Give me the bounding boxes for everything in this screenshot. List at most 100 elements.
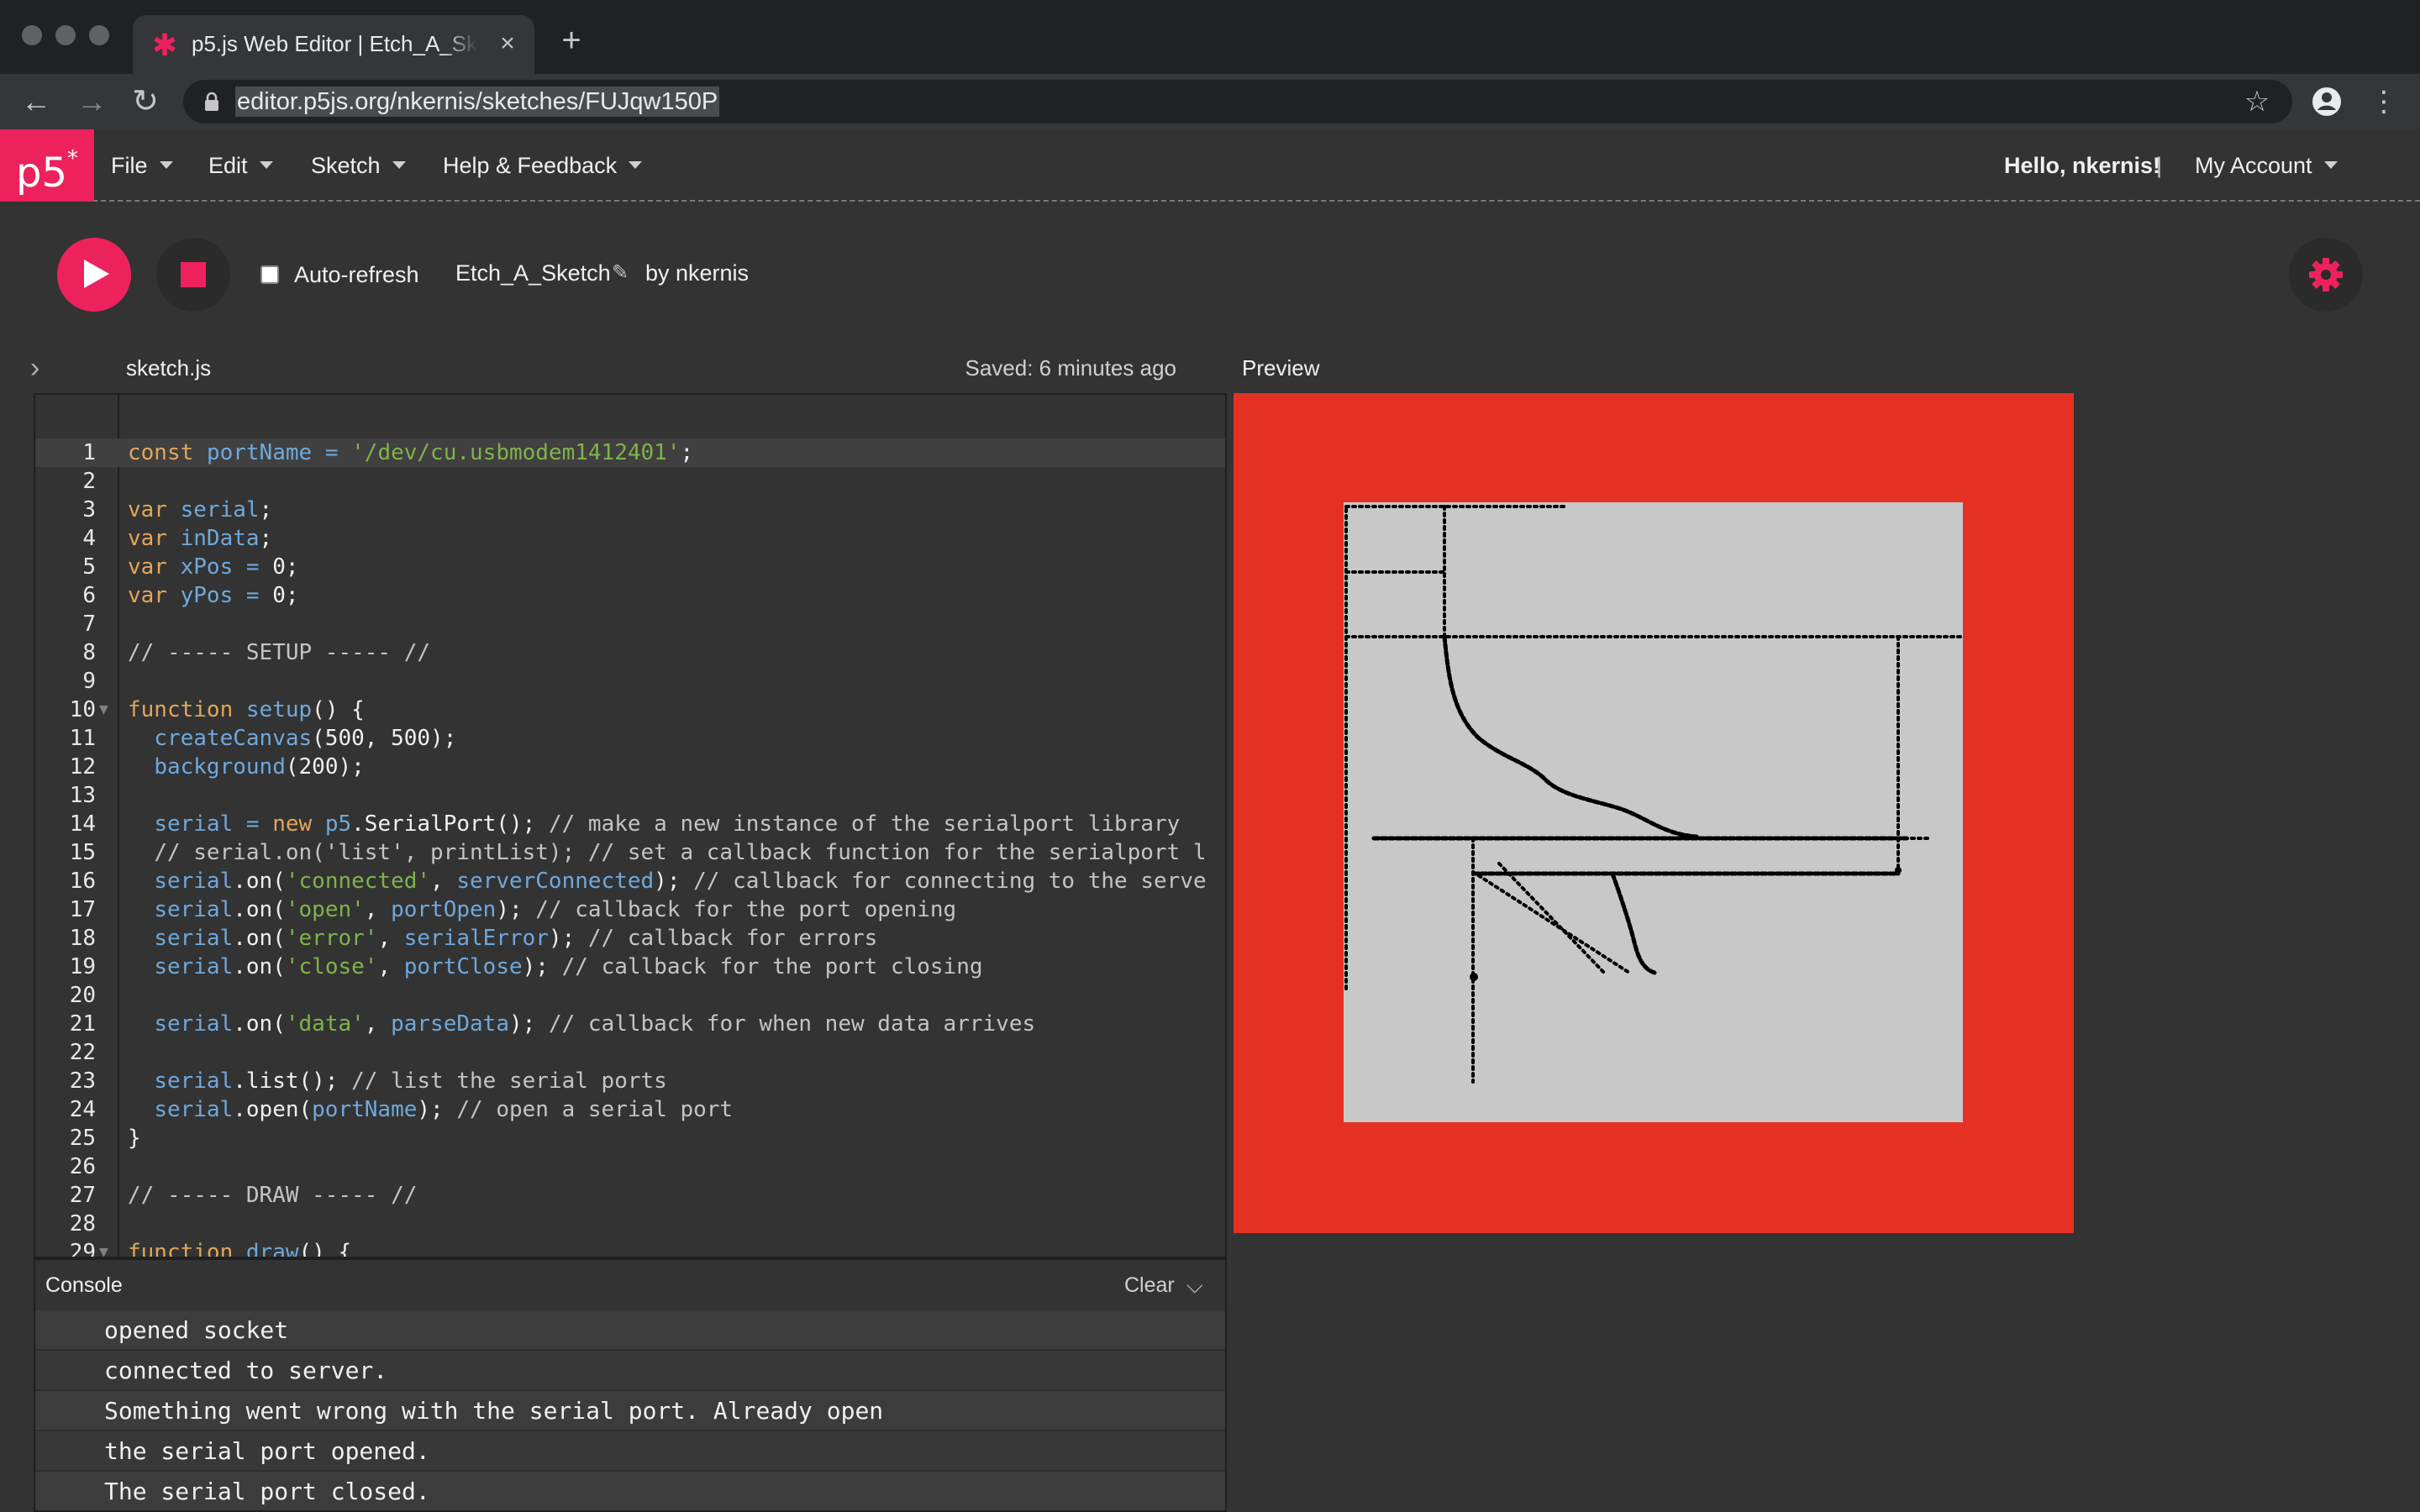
code-text: serial.list(); // list the serial ports (154, 1068, 667, 1094)
line-number: 28 (69, 1211, 96, 1236)
browser-tab-strip: ✱ p5.js Web Editor | Etch_A_Sketch × + (0, 0, 2420, 74)
line-number: 26 (69, 1154, 96, 1179)
code-line[interactable]: 7 (35, 610, 1225, 638)
console-clear-button[interactable]: Clear (1124, 1270, 1175, 1300)
code-line[interactable]: 5 var xPos = 0; (35, 553, 1225, 581)
code-line[interactable]: 27 // ----- DRAW ----- // (35, 1181, 1225, 1210)
window-close-dot[interactable] (22, 25, 42, 45)
code-line[interactable]: 19 serial.on('close', portClose); // cal… (35, 953, 1225, 981)
menu-my-account[interactable]: My Account (2195, 129, 2338, 202)
caret-down-icon (629, 161, 643, 170)
preview-label: Preview (1242, 355, 1320, 381)
code-line[interactable]: 14 serial = new p5.SerialPort(); // make… (35, 810, 1225, 838)
code-text: serial.on('open', portOpen); // callback… (154, 897, 957, 922)
menu-file[interactable]: File (111, 129, 173, 202)
auto-refresh-label[interactable]: Auto-refresh (294, 259, 419, 291)
code-text: var xPos = 0; (128, 554, 299, 580)
line-number: 5 (82, 554, 96, 580)
reload-icon[interactable]: ↻ (126, 82, 165, 121)
window-minimize-dot[interactable] (55, 25, 76, 45)
pencil-icon[interactable]: ✎ (612, 260, 634, 286)
code-line[interactable]: 11 createCanvas(500, 500); (35, 724, 1225, 753)
menu-help-label: Help & Feedback (443, 153, 618, 178)
code-line[interactable]: 15 // serial.on('list', printList); // s… (35, 838, 1225, 867)
line-number: 12 (69, 754, 96, 780)
code-line[interactable]: 16 serial.on('connected', serverConnecte… (35, 867, 1225, 895)
line-number: 21 (69, 1011, 96, 1037)
file-name: sketch.js (126, 355, 212, 381)
auto-refresh-checkbox[interactable] (260, 265, 279, 284)
tab-title: p5.js Web Editor | Etch_A_Sketch (192, 31, 477, 56)
new-tab-icon[interactable]: + (555, 24, 588, 57)
code-line[interactable]: 8 // ----- SETUP ----- // (35, 638, 1225, 667)
code-line[interactable]: 17 serial.on('open', portOpen); // callb… (35, 895, 1225, 924)
p5-logo[interactable]: p5* (0, 129, 94, 202)
code-line[interactable]: 13 (35, 781, 1225, 810)
chevron-right-icon[interactable]: › (30, 353, 55, 383)
stop-button[interactable] (156, 238, 230, 312)
caret-down-icon (2323, 161, 2338, 170)
code-line[interactable]: 22 (35, 1038, 1225, 1067)
p5-logo-asterisk: * (67, 146, 78, 171)
window-maximize-dot[interactable] (89, 25, 109, 45)
line-number: 29 (69, 1240, 96, 1258)
code-text: // serial.on('list', printList); // set … (154, 840, 1207, 865)
code-line[interactable]: 28 (35, 1210, 1225, 1238)
tab-close-icon[interactable]: × (492, 29, 523, 59)
code-text: serial.open(portName); // open a serial … (154, 1097, 734, 1122)
sketch-canvas[interactable] (1344, 502, 1965, 1122)
console-title: Console (45, 1273, 123, 1297)
code-line[interactable]: 10 ▼ function setup() { (35, 696, 1225, 724)
menu-file-label: File (111, 153, 148, 178)
code-editor[interactable]: 1 const portName = '/dev/cu.usbmodem14124… (34, 393, 1227, 1258)
code-line[interactable]: 1 const portName = '/dev/cu.usbmodem14124… (35, 438, 1225, 467)
saved-status: Saved: 6 minutes ago (965, 355, 1177, 381)
line-number: 17 (69, 897, 96, 922)
browser-tab[interactable]: ✱ p5.js Web Editor | Etch_A_Sketch × (133, 15, 534, 74)
console-panel: Console Clear ⌵ opened socket connected t… (34, 1258, 1227, 1512)
code-line[interactable]: 26 (35, 1152, 1225, 1181)
line-number: 9 (82, 669, 96, 694)
code-line[interactable]: 3 var serial; (35, 496, 1225, 524)
console-line: opened socket (35, 1310, 1225, 1351)
menu-sketch[interactable]: Sketch (311, 129, 406, 202)
code-line[interactable]: 21 serial.on('data', parseData); // call… (35, 1010, 1225, 1038)
etch-drawing (1344, 505, 1965, 1084)
code-line[interactable]: 12 background(200); (35, 753, 1225, 781)
forward-arrow-icon[interactable]: → (72, 82, 111, 121)
line-number: 18 (69, 926, 96, 951)
code-line[interactable]: 24 serial.open(portName); // open a seri… (35, 1095, 1225, 1124)
code-area[interactable]: 1 const portName = '/dev/cu.usbmodem14124… (35, 438, 1225, 1258)
address-bar[interactable]: editor.p5js.org/nkernis/sketches/FUJqw15… (183, 80, 2292, 123)
browser-menu-icon[interactable]: ⋮ (2370, 82, 2398, 121)
play-button[interactable] (57, 238, 131, 312)
code-line[interactable]: 20 (35, 981, 1225, 1010)
back-arrow-icon[interactable]: ← (17, 82, 55, 121)
code-line[interactable]: 4 var inData; (35, 524, 1225, 553)
profile-icon[interactable] (2311, 86, 2343, 118)
menu-help[interactable]: Help & Feedback (443, 129, 643, 202)
code-line[interactable]: 29 ▼ function draw() { (35, 1238, 1225, 1258)
code-line[interactable]: 25} (35, 1124, 1225, 1152)
code-line[interactable]: 18 serial.on('error', serialError); // c… (35, 924, 1225, 953)
caret-down-icon (392, 161, 406, 170)
code-text: serial = new p5.SerialPort(); // make a … (154, 811, 1181, 837)
chevron-down-icon[interactable]: ⌵ (1186, 1270, 1212, 1300)
code-text: // ----- SETUP ----- // (128, 640, 431, 665)
fold-arrow-icon[interactable]: ▼ (99, 696, 108, 724)
bookmark-star-icon[interactable]: ☆ (2240, 85, 2274, 118)
code-line[interactable]: 9 (35, 667, 1225, 696)
sketch-name[interactable]: Etch_A_Sketch (455, 257, 611, 289)
code-text: createCanvas(500, 500); (154, 726, 457, 751)
caret-down-icon (259, 161, 273, 170)
menu-edit[interactable]: Edit (208, 129, 273, 202)
line-number: 15 (69, 840, 96, 865)
line-number: 1 (82, 440, 96, 465)
code-line[interactable]: 23 serial.list(); // list the serial por… (35, 1067, 1225, 1095)
code-line[interactable]: 6 var yPos = 0; (35, 581, 1225, 610)
code-line[interactable]: 2 (35, 467, 1225, 496)
fold-arrow-icon[interactable]: ▼ (99, 1238, 108, 1257)
url-text[interactable]: editor.p5js.org/nkernis/sketches/FUJqw15… (235, 87, 720, 117)
line-number: 7 (82, 612, 96, 637)
settings-button[interactable] (2289, 238, 2363, 312)
